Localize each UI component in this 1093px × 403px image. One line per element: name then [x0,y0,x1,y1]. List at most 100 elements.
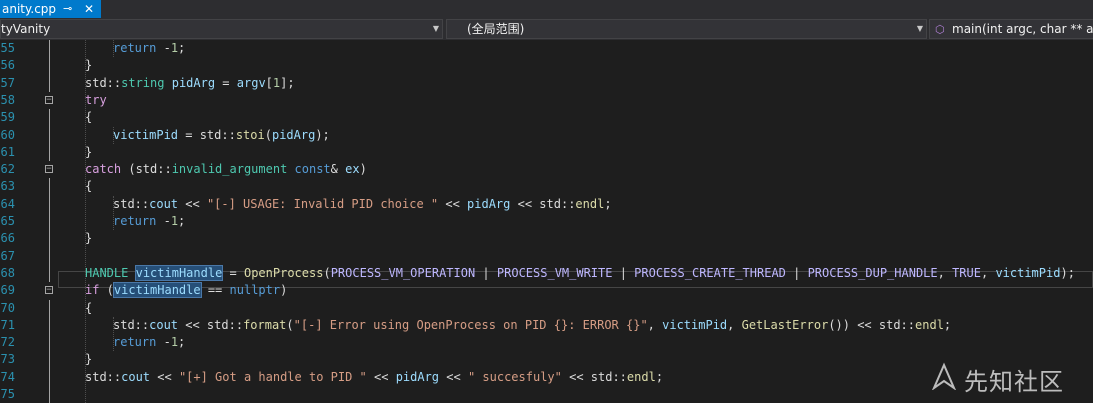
pin-icon[interactable]: ⊸ [63,0,72,18]
code-text: } [85,57,92,74]
code-token: endl [575,197,604,211]
code-token: victimPid [995,266,1060,280]
line-number: 71 [0,317,15,334]
code-token: ); [315,128,329,142]
code-token: pidArg [396,370,439,384]
code-token: << [439,370,468,384]
code-token: return [113,335,156,349]
code-line[interactable]: 64 std::cout << "[-] USAGE: Invalid PID c… [0,196,1093,213]
code-line[interactable]: 69−if (victimHandle == nullptr) [0,282,1093,299]
document-tab[interactable]: anity.cpp ⊸ ✕ [0,0,101,18]
code-line[interactable]: 65 return -1; [0,213,1093,230]
code-line[interactable]: 57std::string pidArg = argv[1]; [0,75,1093,92]
code-token: = [215,76,237,90]
code-token: pidArg [172,76,215,90]
code-line[interactable]: 60victimPid = std::stoi(pidArg); [0,127,1093,144]
code-token: == [201,283,230,297]
watermark-text: 先知社区 [964,362,1064,397]
line-number: 72 [0,334,15,351]
line-number: 64 [0,196,15,213]
code-token: TRUE [952,266,981,280]
code-token: ]; [280,76,294,90]
code-token: invalid_argument [172,162,288,176]
code-editor[interactable]: 55return -1;56}57std::string pidArg = ar… [0,40,1093,400]
project-dropdown[interactable]: tyVanity ▼ [0,19,443,39]
code-token: try [85,93,107,107]
code-token: = [222,266,244,280]
code-line[interactable]: 66} [0,230,1093,247]
code-line[interactable]: 62−catch (std::invalid_argument const& e… [0,161,1093,178]
code-text: return -1; [113,213,185,230]
code-token: { [85,301,92,315]
code-token: ( [323,266,330,280]
code-token: } [85,231,92,245]
code-token: | [612,266,634,280]
code-text: { [85,300,92,317]
code-line[interactable]: 63{ [0,178,1093,195]
code-token: << std:: [510,197,575,211]
code-token: << [178,197,207,211]
indent-guide [85,40,86,403]
code-token: 1 [171,335,178,349]
code-token: 1 [171,214,178,228]
scope-dropdown[interactable]: (全局范围) ▼ [446,19,927,39]
line-number: 59 [0,109,15,126]
code-token: PROCESS_VM_OPERATION [331,266,476,280]
code-token: << std:: [562,370,627,384]
code-token: << [150,370,179,384]
code-token: } [85,352,92,366]
code-line[interactable]: 71std::cout << std::format("[-] Error us… [0,317,1093,334]
code-token: PROCESS_DUP_HANDLE [808,266,938,280]
xianzhi-logo-icon [930,362,958,390]
code-token: catch [85,162,121,176]
code-token: HANDLE [85,266,128,280]
code-token: ; [178,214,185,228]
line-number: 57 [0,75,15,92]
code-line[interactable]: 56} [0,57,1093,74]
collapse-icon[interactable]: − [45,165,53,173]
code-line[interactable]: 58−try [0,92,1093,109]
function-dropdown[interactable]: ⬡ main(int argc, char ** arg [929,19,1093,39]
method-cube-icon: ⬡ [935,20,945,40]
indent-guide [113,40,114,57]
code-token: ; [604,197,611,211]
code-line[interactable]: 55 return -1; [0,40,1093,57]
code-token: ) [280,283,287,297]
code-token: cout [121,370,150,384]
code-text: { [85,178,92,195]
code-token: return [113,214,156,228]
code-token [128,266,135,280]
code-text: std::cout << "[-] USAGE: Invalid PID cho… [113,196,612,213]
close-icon[interactable]: ✕ [84,0,94,18]
code-line[interactable]: 61} [0,144,1093,161]
code-token: , [938,266,952,280]
code-token: endl [627,370,656,384]
line-number: 65 [0,213,15,230]
code-line[interactable]: 72return -1; [0,334,1093,351]
line-number: 73 [0,351,15,368]
collapse-icon[interactable]: − [45,286,53,294]
code-token: - [156,41,170,55]
code-token: , [648,318,662,332]
code-token: | [475,266,497,280]
code-text: return -1; [113,40,185,57]
code-token: std:: [85,370,121,384]
code-line[interactable]: 68HANDLE victimHandle = OpenProcess(PROC… [0,265,1093,282]
code-text: try [85,92,107,109]
highlighted-identifier: victimHandle [114,283,201,297]
code-token: { [85,179,92,193]
highlighted-identifier: victimHandle [136,266,223,280]
collapse-icon[interactable]: − [45,96,53,104]
code-token: & [331,162,345,176]
code-line[interactable]: 59{ [0,109,1093,126]
code-token: PROCESS_CREATE_THREAD [634,266,786,280]
line-number: 55 [0,40,15,57]
code-line[interactable]: 70{ [0,300,1093,317]
code-token: return [113,41,156,55]
line-number: 67 [0,248,15,265]
code-token: ) [360,162,367,176]
code-token: const [295,162,331,176]
code-token: "[-] Error using OpenProcess on PID {}: … [294,318,648,332]
code-token [287,162,294,176]
code-line[interactable]: 67 [0,248,1093,265]
